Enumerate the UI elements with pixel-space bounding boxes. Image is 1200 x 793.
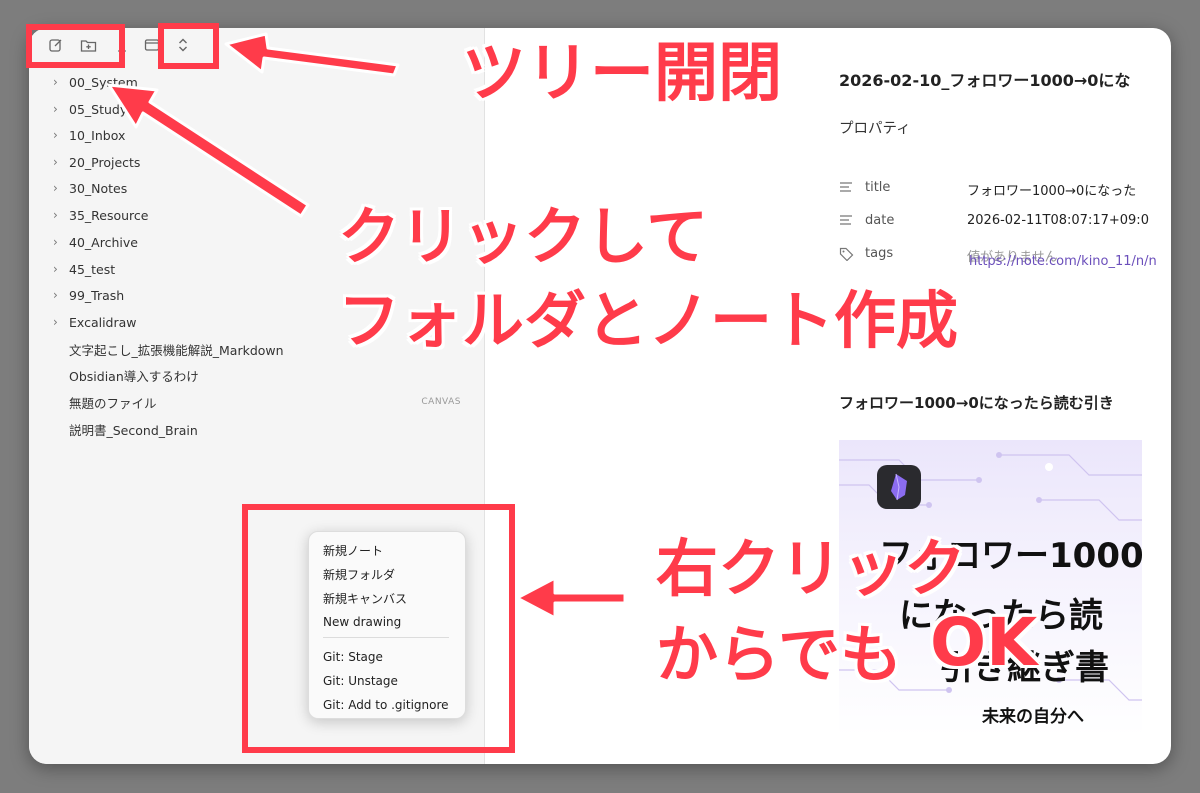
annotation-right-click-line1: 右クリック (656, 532, 967, 605)
annotation-ok: OK (930, 604, 1038, 681)
annotation-tree-toggle: ツリー開閉 (462, 37, 782, 111)
annotation-create-line1: クリックして (338, 200, 709, 273)
annotation-create-line2: フォルダとノート作成 (338, 284, 959, 357)
annotation-right-click-line2: からでも (656, 618, 903, 691)
